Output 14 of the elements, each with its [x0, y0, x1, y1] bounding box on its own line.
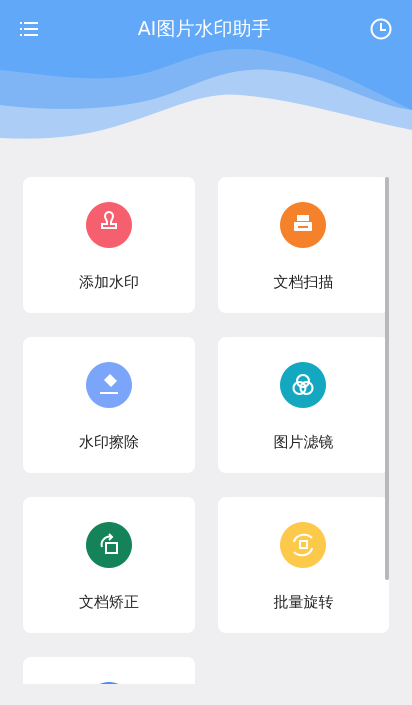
feature-card[interactable]: 文档矫正 [23, 497, 194, 633]
card-label: 水印擦除 [78, 432, 139, 453]
clock-icon[interactable] [370, 18, 392, 40]
card-label: 图片滤镜 [273, 432, 334, 453]
feature-card[interactable]: 添加水印 [23, 177, 194, 313]
card-label: 批量旋转 [273, 592, 334, 613]
feature-card[interactable]: 水印擦除 [23, 337, 194, 473]
scrollbar[interactable] [385, 177, 389, 580]
feature-card[interactable]: 批量旋转 [218, 497, 389, 633]
card-label: 文档矫正 [78, 592, 139, 613]
card-label: 添加水印 [78, 272, 139, 293]
menu-icon[interactable] [20, 22, 38, 36]
card-label: 文档扫描 [273, 272, 334, 293]
app-title: AI图片水印助手 [138, 16, 270, 42]
